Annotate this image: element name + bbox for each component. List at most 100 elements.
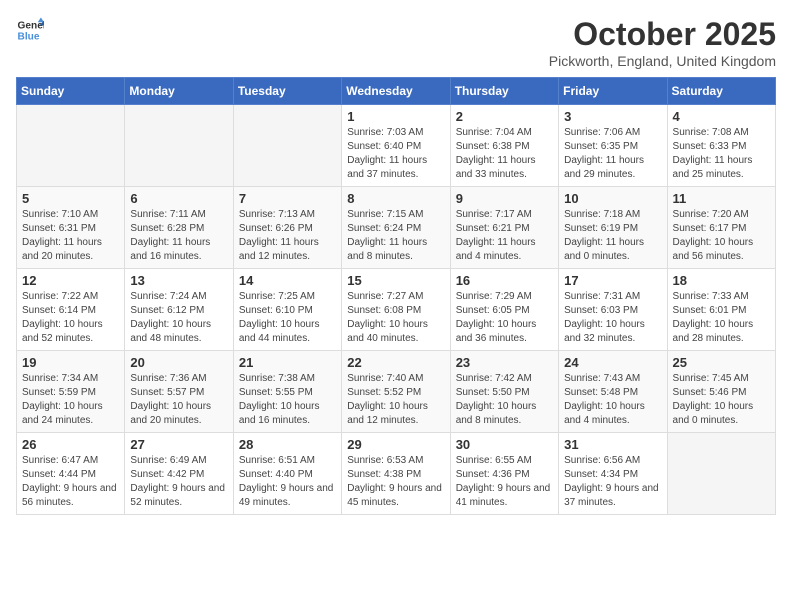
day-number: 5 [22, 191, 119, 206]
calendar-cell [125, 105, 233, 187]
day-number: 24 [564, 355, 661, 370]
cell-content: Sunrise: 6:49 AM Sunset: 4:42 PM Dayligh… [130, 454, 227, 510]
cell-content: Sunrise: 7:34 AM Sunset: 5:59 PM Dayligh… [22, 372, 119, 428]
cell-content: Sunrise: 7:24 AM Sunset: 6:12 PM Dayligh… [130, 290, 227, 346]
cell-content: Sunrise: 7:17 AM Sunset: 6:21 PM Dayligh… [456, 208, 553, 264]
day-number: 12 [22, 273, 119, 288]
cell-content: Sunrise: 7:13 AM Sunset: 6:26 PM Dayligh… [239, 208, 336, 264]
calendar-cell: 13 Sunrise: 7:24 AM Sunset: 6:12 PM Dayli… [125, 269, 233, 351]
svg-text:Blue: Blue [18, 31, 40, 42]
calendar-cell: 27 Sunrise: 6:49 AM Sunset: 4:42 PM Dayli… [125, 433, 233, 515]
day-number: 22 [347, 355, 444, 370]
cell-content: Sunrise: 7:06 AM Sunset: 6:35 PM Dayligh… [564, 126, 661, 182]
day-number: 27 [130, 437, 227, 452]
day-number: 9 [456, 191, 553, 206]
day-number: 8 [347, 191, 444, 206]
cell-content: Sunrise: 7:25 AM Sunset: 6:10 PM Dayligh… [239, 290, 336, 346]
cell-content: Sunrise: 7:40 AM Sunset: 5:52 PM Dayligh… [347, 372, 444, 428]
day-number: 13 [130, 273, 227, 288]
logo-icon: General Blue [16, 16, 44, 44]
calendar-cell: 19Sunrise: 7:34 AM Sunset: 5:59 PM Dayli… [17, 351, 125, 433]
cell-content: Sunrise: 7:11 AM Sunset: 6:28 PM Dayligh… [130, 208, 227, 264]
day-number: 21 [239, 355, 336, 370]
calendar-table: SundayMondayTuesdayWednesdayThursdayFrid… [16, 77, 776, 515]
calendar-cell: 1 Sunrise: 7:03 AM Sunset: 6:40 PM Daylig… [342, 105, 450, 187]
day-number: 29 [347, 437, 444, 452]
calendar-cell: 31 Sunrise: 6:56 AM Sunset: 4:34 PM Dayli… [559, 433, 667, 515]
logo: General Blue [16, 16, 44, 44]
day-number: 31 [564, 437, 661, 452]
day-number: 7 [239, 191, 336, 206]
calendar-cell: 2 Sunrise: 7:04 AM Sunset: 6:38 PM Daylig… [450, 105, 558, 187]
calendar-header-thursday: Thursday [450, 78, 558, 105]
cell-content: Sunrise: 7:18 AM Sunset: 6:19 PM Dayligh… [564, 208, 661, 264]
day-number: 2 [456, 109, 553, 124]
calendar-cell: 15Sunrise: 7:27 AM Sunset: 6:08 PM Dayli… [342, 269, 450, 351]
calendar-week-2: 5 Sunrise: 7:10 AM Sunset: 6:31 PM Daylig… [17, 187, 776, 269]
calendar-header-sunday: Sunday [17, 78, 125, 105]
calendar-week-5: 26Sunrise: 6:47 AM Sunset: 4:44 PM Dayli… [17, 433, 776, 515]
calendar-cell: 10 Sunrise: 7:18 AM Sunset: 6:19 PM Dayli… [559, 187, 667, 269]
calendar-cell: 22 Sunrise: 7:40 AM Sunset: 5:52 PM Dayli… [342, 351, 450, 433]
cell-content: Sunrise: 6:53 AM Sunset: 4:38 PM Dayligh… [347, 454, 444, 510]
day-number: 1 [347, 109, 444, 124]
cell-content: Sunrise: 6:47 AM Sunset: 4:44 PM Dayligh… [22, 454, 119, 510]
day-number: 28 [239, 437, 336, 452]
cell-content: Sunrise: 6:55 AM Sunset: 4:36 PM Dayligh… [456, 454, 553, 510]
day-number: 11 [673, 191, 770, 206]
calendar-week-1: 1 Sunrise: 7:03 AM Sunset: 6:40 PM Daylig… [17, 105, 776, 187]
cell-content: Sunrise: 7:20 AM Sunset: 6:17 PM Dayligh… [673, 208, 770, 264]
calendar-cell: 17Sunrise: 7:31 AM Sunset: 6:03 PM Dayli… [559, 269, 667, 351]
calendar-cell: 28 Sunrise: 6:51 AM Sunset: 4:40 PM Dayli… [233, 433, 341, 515]
cell-content: Sunrise: 7:10 AM Sunset: 6:31 PM Dayligh… [22, 208, 119, 264]
calendar-cell: 30Sunrise: 6:55 AM Sunset: 4:36 PM Dayli… [450, 433, 558, 515]
cell-content: Sunrise: 7:15 AM Sunset: 6:24 PM Dayligh… [347, 208, 444, 264]
page-header: General Blue October 2025 Pickworth, Eng… [16, 16, 776, 69]
cell-content: Sunrise: 7:08 AM Sunset: 6:33 PM Dayligh… [673, 126, 770, 182]
day-number: 18 [673, 273, 770, 288]
calendar-week-4: 19Sunrise: 7:34 AM Sunset: 5:59 PM Dayli… [17, 351, 776, 433]
calendar-cell: 29 Sunrise: 6:53 AM Sunset: 4:38 PM Dayli… [342, 433, 450, 515]
calendar-cell [667, 433, 775, 515]
cell-content: Sunrise: 7:29 AM Sunset: 6:05 PM Dayligh… [456, 290, 553, 346]
calendar-header-tuesday: Tuesday [233, 78, 341, 105]
cell-content: Sunrise: 7:42 AM Sunset: 5:50 PM Dayligh… [456, 372, 553, 428]
cell-content: Sunrise: 7:27 AM Sunset: 6:08 PM Dayligh… [347, 290, 444, 346]
calendar-cell: 8 Sunrise: 7:15 AM Sunset: 6:24 PM Daylig… [342, 187, 450, 269]
cell-content: Sunrise: 7:38 AM Sunset: 5:55 PM Dayligh… [239, 372, 336, 428]
calendar-header-saturday: Saturday [667, 78, 775, 105]
month-title: October 2025 [549, 16, 776, 53]
calendar-cell: 11 Sunrise: 7:20 AM Sunset: 6:17 PM Dayli… [667, 187, 775, 269]
day-number: 16 [456, 273, 553, 288]
calendar-cell: 14 Sunrise: 7:25 AM Sunset: 6:10 PM Dayli… [233, 269, 341, 351]
calendar-cell: 26Sunrise: 6:47 AM Sunset: 4:44 PM Dayli… [17, 433, 125, 515]
cell-content: Sunrise: 7:03 AM Sunset: 6:40 PM Dayligh… [347, 126, 444, 182]
day-number: 14 [239, 273, 336, 288]
cell-content: Sunrise: 7:36 AM Sunset: 5:57 PM Dayligh… [130, 372, 227, 428]
day-number: 4 [673, 109, 770, 124]
cell-content: Sunrise: 6:56 AM Sunset: 4:34 PM Dayligh… [564, 454, 661, 510]
cell-content: Sunrise: 7:04 AM Sunset: 6:38 PM Dayligh… [456, 126, 553, 182]
calendar-cell: 20 Sunrise: 7:36 AM Sunset: 5:57 PM Dayli… [125, 351, 233, 433]
cell-content: Sunrise: 6:51 AM Sunset: 4:40 PM Dayligh… [239, 454, 336, 510]
calendar-week-3: 12 Sunrise: 7:22 AM Sunset: 6:14 PM Dayli… [17, 269, 776, 351]
day-number: 20 [130, 355, 227, 370]
day-number: 3 [564, 109, 661, 124]
calendar-cell: 18 Sunrise: 7:33 AM Sunset: 6:01 PM Dayli… [667, 269, 775, 351]
cell-content: Sunrise: 7:45 AM Sunset: 5:46 PM Dayligh… [673, 372, 770, 428]
title-block: October 2025 Pickworth, England, United … [549, 16, 776, 69]
calendar-header-friday: Friday [559, 78, 667, 105]
calendar-cell: 9 Sunrise: 7:17 AM Sunset: 6:21 PM Daylig… [450, 187, 558, 269]
calendar-cell: 5 Sunrise: 7:10 AM Sunset: 6:31 PM Daylig… [17, 187, 125, 269]
calendar-cell: 12 Sunrise: 7:22 AM Sunset: 6:14 PM Dayli… [17, 269, 125, 351]
day-number: 25 [673, 355, 770, 370]
cell-content: Sunrise: 7:22 AM Sunset: 6:14 PM Dayligh… [22, 290, 119, 346]
day-number: 10 [564, 191, 661, 206]
calendar-header-monday: Monday [125, 78, 233, 105]
calendar-cell: 21 Sunrise: 7:38 AM Sunset: 5:55 PM Dayli… [233, 351, 341, 433]
calendar-cell: 24Sunrise: 7:43 AM Sunset: 5:48 PM Dayli… [559, 351, 667, 433]
cell-content: Sunrise: 7:33 AM Sunset: 6:01 PM Dayligh… [673, 290, 770, 346]
calendar-header-row: SundayMondayTuesdayWednesdayThursdayFrid… [17, 78, 776, 105]
calendar-cell [233, 105, 341, 187]
calendar-cell: 25 Sunrise: 7:45 AM Sunset: 5:46 PM Dayli… [667, 351, 775, 433]
